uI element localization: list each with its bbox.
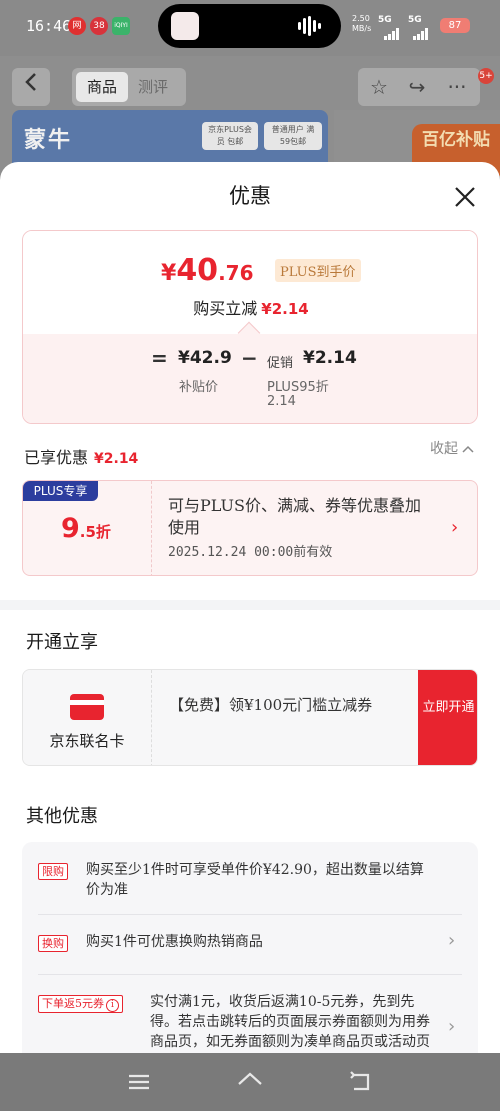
close-button[interactable] — [450, 182, 480, 212]
other-discounts-list: 限购 购买至少1件时可享受单件价¥42.90，超出数量以结算价为准 换购 购买1… — [22, 842, 478, 1053]
signal-icon-2 — [413, 22, 429, 40]
promo-amount: ¥2.14 — [303, 348, 357, 368]
price-formula: = ¥42.9 补贴价 − 促销 ¥2.14 PLUS95折 2.14 — [23, 334, 477, 423]
coupon-text: 实付满1元，收货后返满10-5元券，先到先得。若点击跳转后的页面展示券面额则为用… — [150, 994, 430, 1050]
minus-sign: − — [241, 346, 258, 370]
audio-wave-icon — [298, 16, 326, 36]
status-time: 16:46 — [26, 17, 72, 35]
coupon-tag: 下单返5元券 i — [38, 995, 123, 1013]
more-icon[interactable]: ··· — [444, 74, 470, 100]
chevron-right-icon: › — [448, 930, 456, 951]
menu-icon — [129, 1074, 149, 1090]
other-section-title: 其他优惠 — [26, 806, 98, 827]
back-nav-button[interactable] — [346, 1067, 376, 1097]
subsidy-label: 补贴价 — [179, 380, 219, 395]
battery-indicator: 87 — [440, 18, 470, 33]
dynamic-island[interactable] — [158, 4, 341, 48]
share-icon[interactable]: ↪ — [404, 74, 430, 100]
equals-sign: = — [151, 346, 168, 370]
chevron-right-icon: › — [448, 1016, 456, 1037]
signal-icon — [384, 22, 400, 40]
iqiyi-app-icon: iQIYI — [112, 17, 130, 35]
home-button[interactable] — [235, 1067, 265, 1097]
plus-badge: PLUS专享 — [23, 481, 98, 501]
close-icon — [455, 187, 475, 207]
sheet-title: 优惠 — [229, 184, 271, 208]
info-icon: i — [106, 999, 119, 1012]
subsidy-price: ¥42.9 — [178, 348, 232, 368]
favorite-star-icon[interactable]: ☆ — [366, 74, 392, 100]
final-price: ¥40.76 — [161, 253, 254, 288]
normal-shipping-tag: 普通用户 满59包邮 — [264, 122, 322, 150]
media-thumbnail — [171, 12, 199, 40]
back-icon — [350, 1071, 370, 1091]
product-tabs: 商品 测评 — [72, 68, 186, 106]
header-actions: ☆ ↪ ··· — [358, 68, 480, 106]
card-name: 京东联名卡 — [49, 732, 125, 750]
tab-reviews[interactable]: 测评 — [138, 72, 168, 102]
open-now-button[interactable]: 立即开通 — [418, 670, 477, 765]
list-item[interactable]: 下单返5元券 i 实付满1元，收货后返满10-5元券，先到先得。若点击跳转后的页面… — [38, 992, 462, 1053]
chevron-left-icon — [25, 73, 36, 91]
credit-card-icon — [70, 694, 104, 720]
limit-tag: 限购 — [38, 863, 68, 880]
enjoyed-discount: 已享优惠 ¥2.14 — [24, 448, 139, 467]
card-description: 【免费】领¥100元门槛立减券 — [169, 696, 373, 714]
discount-sheet: 优惠 ¥40.76 PLUS到手价 购买立减 ¥2.14 = ¥42.9 补贴价 … — [0, 162, 500, 1053]
chevron-up-icon — [462, 445, 474, 453]
menu-button[interactable] — [124, 1067, 154, 1097]
cobrand-card-offer: 京东联名卡 【免费】领¥100元门槛立减券 立即开通 — [22, 669, 478, 766]
plus-exclusive-card[interactable]: PLUS专享 9.5折 可与PLUS价、满减、券等优惠叠加使用 2025.12.… — [22, 480, 478, 576]
collapse-toggle[interactable]: 收起 — [430, 438, 474, 458]
brand-logo: 蒙牛 — [24, 128, 73, 153]
limit-text: 购买至少1件时可享受单件价¥42.90，超出数量以结算价为准 — [86, 862, 424, 898]
plus-expiry: 2025.12.24 00:00前有效 — [168, 545, 333, 560]
tab-goods[interactable]: 商品 — [76, 72, 128, 102]
plus-description: 可与PLUS价、满减、券等优惠叠加使用 — [168, 496, 421, 537]
chevron-right-icon: › — [451, 517, 459, 538]
list-item: 限购 购买至少1件时可享受单件价¥42.90，超出数量以结算价为准 — [38, 860, 462, 900]
message-badge: 5+ — [478, 68, 494, 84]
plus-shipping-tag: 京东PLUS会员 包邮 — [202, 122, 258, 150]
home-icon — [238, 1072, 262, 1085]
price-breakdown-card: ¥40.76 PLUS到手价 购买立减 ¥2.14 = ¥42.9 补贴价 − 促… — [22, 230, 478, 424]
plus-price-tag: PLUS到手价 — [275, 259, 361, 282]
open-section-title: 开通立享 — [26, 632, 98, 653]
product-page-background: 商品 测评 ☆ ↪ ··· 5+ 蒙牛 京东PLUS会员 包邮 普通用户 满59… — [0, 56, 500, 176]
exchange-text: 购买1件可优惠换购热销商品 — [86, 934, 263, 950]
status-bar: 16:46 网 38 iQIYI 2.50 MB/s 5G 5G 87 — [0, 0, 500, 56]
promo-prefix: 促销 — [267, 356, 294, 371]
promo-detail: PLUS95折 — [267, 380, 329, 395]
plus-discount: 9.5折 — [61, 513, 111, 544]
network-speed: 2.50 MB/s — [352, 14, 372, 33]
list-item[interactable]: 换购 购买1件可优惠换购热销商品 › — [38, 930, 462, 956]
system-nav-bar — [0, 1053, 500, 1111]
back-button[interactable] — [12, 68, 50, 106]
exchange-tag: 换购 — [38, 935, 68, 952]
promo-detail-amount: 2.14 — [267, 394, 296, 409]
netease-app-icon: 网 — [68, 17, 86, 35]
app-38-icon: 38 — [90, 17, 108, 35]
reduce-line: 购买立减 ¥2.14 — [193, 299, 309, 318]
